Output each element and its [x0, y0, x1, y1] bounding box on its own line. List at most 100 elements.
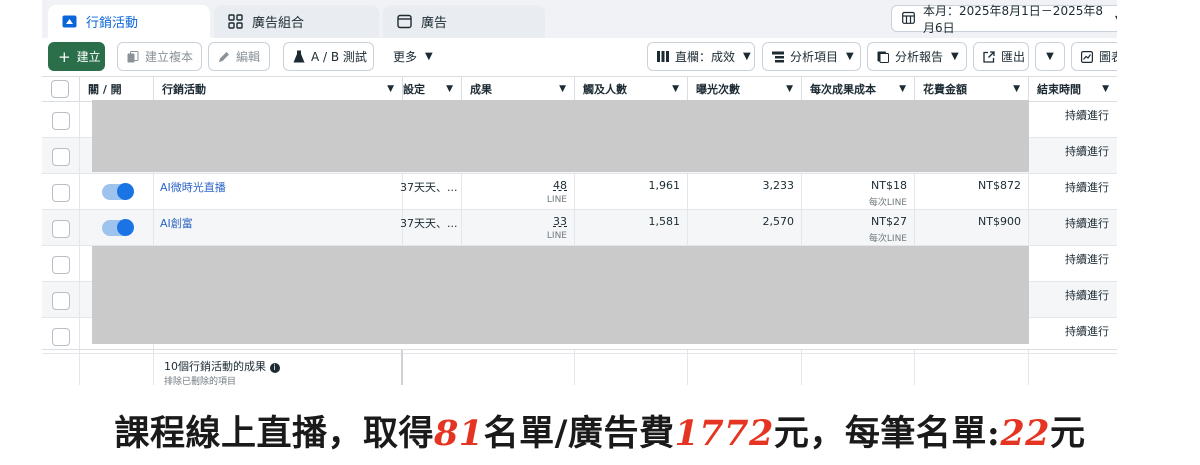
export-icon	[983, 50, 995, 63]
more-button[interactable]: 更多 ▼	[384, 42, 440, 71]
toggle-knob	[117, 183, 134, 200]
end-time: 持續進行	[1065, 253, 1109, 266]
summary-title-text: 10個行銷活動的成果	[164, 360, 266, 373]
campaign-toggle[interactable]	[102, 219, 134, 236]
export-button[interactable]: 匯出	[973, 42, 1029, 71]
edit-button[interactable]: 編輯	[208, 42, 270, 71]
summary-spacer	[575, 350, 688, 385]
header-spend[interactable]: 花費金額 ▼	[915, 77, 1029, 101]
chevron-down-icon: ▾	[1115, 13, 1117, 24]
campaign-name-link[interactable]: AI微時光直播	[160, 179, 226, 195]
pencil-icon	[218, 51, 230, 63]
summary-title: 10個行銷活動的成果 i	[164, 358, 280, 374]
table-row[interactable]: AI創富 37天天、... 33 LINE 1,581 2,570 NT$27 …	[42, 210, 1117, 246]
header-select-all	[42, 77, 80, 101]
header-reach[interactable]: 觸及人數 ▼	[575, 77, 688, 101]
duplicate-label: 建立複本	[145, 50, 194, 64]
header-cost-per-result[interactable]: 每次成果成本 ▼	[802, 77, 915, 101]
reach-value: 1,581	[648, 215, 681, 228]
chart-button[interactable]: 圖表	[1071, 42, 1117, 71]
level-tabs: 行銷活動 廣告組合 廣告 本月：2025年8月1日－2025年8月6日 ▾	[42, 0, 1117, 38]
end-time: 持續進行	[1065, 181, 1109, 194]
columns-button[interactable]: 直欄：成效 ▼	[647, 42, 755, 71]
ads-manager: 行銷活動 廣告組合 廣告 本月：2025年8月1日－2025年8月6日 ▾ + …	[42, 0, 1117, 385]
header-toggle[interactable]: 關 / 開	[80, 77, 154, 101]
create-button[interactable]: + 建立	[48, 42, 105, 71]
spend-value: NT$872	[978, 179, 1021, 192]
date-range-picker[interactable]: 本月：2025年8月1日－2025年8月6日 ▾	[891, 4, 1117, 35]
sort-icon: ▼	[1013, 84, 1020, 94]
sort-icon: ▼	[446, 84, 453, 94]
redaction-block	[92, 246, 1029, 344]
sort-icon: ▼	[387, 84, 394, 94]
grid-icon	[228, 14, 243, 29]
row-checkbox[interactable]	[52, 112, 70, 130]
header-cost-label: 每次成果成本	[810, 83, 876, 96]
row-select	[42, 282, 80, 318]
duplicate-button[interactable]: 建立複本	[117, 42, 202, 71]
results-cell: 48 LINE	[462, 174, 575, 210]
caption-leads: 81	[433, 413, 484, 454]
tab-adsets[interactable]: 廣告組合	[214, 5, 379, 38]
end-time-cell: 持續進行	[1029, 174, 1117, 210]
header-reach-label: 觸及人數	[583, 83, 627, 96]
breakdown-button[interactable]: 分析項目 ▼	[762, 42, 861, 71]
row-checkbox[interactable]	[52, 220, 70, 238]
caption-spend: 1772	[674, 413, 774, 454]
campaign-name-cell: AI創富	[154, 210, 403, 246]
table-row[interactable]: AI微時光直播 37天天、... 48 LINE 1,961 3,233 NT$…	[42, 174, 1117, 210]
header-end-label: 結束時間	[1037, 83, 1081, 96]
row-checkbox[interactable]	[52, 292, 70, 310]
tab-campaigns[interactable]: 行銷活動	[48, 5, 210, 38]
row-select	[42, 210, 80, 246]
select-all-checkbox[interactable]	[51, 80, 69, 98]
row-checkbox[interactable]	[52, 148, 70, 166]
header-end-time[interactable]: 結束時間 ▼	[1029, 77, 1117, 101]
cost-value: NT$27	[871, 215, 907, 228]
campaign-table: 關 / 開 行銷活動 ▼ 設定 ▼ 成果 ▼ 觸及人數 ▼ 曝光次數 ▼ 每次成…	[42, 76, 1117, 385]
tab-ads[interactable]: 廣告	[383, 5, 545, 38]
chart-label: 圖表	[1099, 50, 1117, 64]
row-checkbox[interactable]	[52, 328, 70, 346]
header-campaign[interactable]: 行銷活動 ▼	[154, 77, 403, 101]
breakdown-icon	[772, 51, 784, 63]
end-time: 持續進行	[1065, 289, 1109, 302]
report-icon	[877, 51, 889, 63]
export-dropdown-button[interactable]: ▼	[1035, 42, 1065, 71]
header-results[interactable]: 成果 ▼	[462, 77, 575, 101]
row-checkbox[interactable]	[52, 256, 70, 274]
ab-test-button[interactable]: A / B 測試	[283, 42, 374, 71]
summary-spacer	[915, 350, 1029, 385]
results-cell: 33 LINE	[462, 210, 575, 246]
campaign-name-link[interactable]: AI創富	[160, 215, 193, 231]
results-value[interactable]: 33	[553, 215, 567, 228]
flask-icon	[293, 50, 305, 63]
info-icon[interactable]: i	[269, 363, 280, 373]
cost-value: NT$18	[871, 179, 907, 192]
summary-spacer	[462, 350, 575, 385]
setting-value: 37天天、...	[400, 181, 458, 194]
summary-spacer	[42, 350, 80, 385]
campaign-toggle[interactable]	[102, 183, 134, 200]
end-time: 持續進行	[1065, 145, 1109, 158]
end-time: 持續進行	[1065, 217, 1109, 230]
sort-icon: ▼	[899, 84, 906, 94]
cost-cell: NT$27 每次LINE	[802, 210, 915, 246]
summary-spacer	[802, 350, 915, 385]
header-impressions-label: 曝光次數	[696, 83, 740, 96]
row-checkbox[interactable]	[52, 184, 70, 202]
toolbar: + 建立 建立複本 編輯 A / B 測試 更多 ▼ 直欄：成效 ▼ 分析項目 …	[42, 38, 1117, 76]
results-summary: 10個行銷活動的成果 i 排除已刪除的項目	[42, 349, 1117, 385]
setting-value: 37天天、...	[400, 217, 458, 230]
impressions-cell: 3,233	[688, 174, 802, 210]
header-setting[interactable]: 設定 ▼	[403, 77, 462, 101]
ad-icon	[397, 14, 412, 29]
header-impressions[interactable]: 曝光次數 ▼	[688, 77, 802, 101]
toggle-cell	[80, 174, 154, 210]
caption-text: 名單/廣告費	[483, 413, 675, 454]
results-value[interactable]: 48	[553, 179, 567, 192]
sort-icon: ▼	[1102, 84, 1109, 94]
create-label: 建立	[76, 50, 101, 64]
end-time: 持續進行	[1065, 109, 1109, 122]
reports-button[interactable]: 分析報告 ▼	[867, 42, 967, 71]
